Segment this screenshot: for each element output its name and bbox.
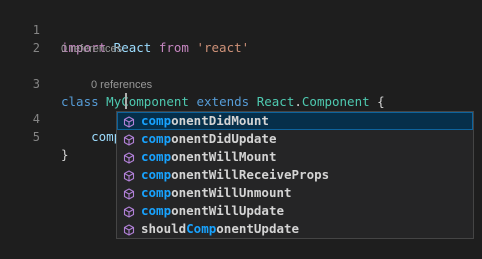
suggestion-item[interactable]: componentWillReceiveProps [117,166,473,184]
suggestion-widget[interactable]: componentDidMount componentDidUpdate compo… [116,111,474,239]
suggestion-text: onentWillUpdate [171,203,284,218]
suggestion-text: onentWillMount [171,149,277,164]
method-cube-icon [123,151,135,164]
editor-line-2[interactable]: 2 [0,21,482,55]
suggestion-match: comp [141,113,172,128]
line-number: 3 [32,77,40,91]
suggestion-text: should [141,221,187,236]
method-cube-icon [123,169,135,182]
code-token: } [61,147,69,162]
suggestion-label: componentWillMount [141,148,276,166]
suggestion-match: Comp [186,221,217,236]
suggestion-label: componentWillReceiveProps [141,166,329,184]
codelens-method-references[interactable]: 0 references [91,77,152,93]
suggestion-item[interactable]: componentDidUpdate [117,130,473,148]
suggestion-text: onentDidMount [171,113,269,128]
suggestion-label: shouldComponentUpdate [141,220,299,238]
method-cube-icon [123,133,135,146]
suggestion-item[interactable]: shouldComponentUpdate [117,220,473,238]
suggestion-item[interactable]: componentWillUpdate [117,202,473,220]
line-code: } [61,146,69,164]
suggestion-text: onentUpdate [216,221,300,236]
method-cube-icon [123,187,135,200]
code-token: from [158,40,189,55]
suggestion-text: onentDidUpdate [171,131,277,146]
suggestion-item[interactable]: componentWillUnmount [117,184,473,202]
editor-line-3[interactable]: 3 class MyComponent extends React.Compon… [0,57,482,109]
suggestion-match: comp [141,203,172,218]
suggestion-match: comp [141,149,172,164]
suggestion-item[interactable]: componentWillMount [117,148,473,166]
suggestion-label: componentDidUpdate [141,130,276,148]
text-cursor [125,93,127,109]
code-token: 'react' [196,40,250,55]
suggestion-label: componentWillUpdate [141,202,284,220]
suggestion-text: onentWillUnmount [171,185,292,200]
line-number: 2 [32,41,40,55]
line-number: 5 [32,130,40,144]
codelens-class-references[interactable]: 0 references [61,41,122,57]
code-editor[interactable]: 1 import React from 'react' 2 0 referenc… [0,0,482,259]
suggestion-match: comp [141,167,172,182]
method-cube-icon [123,115,135,128]
suggestion-match: comp [141,131,172,146]
editor-line-1[interactable]: 1 import React from 'react' [0,3,482,55]
suggestion-match: comp [141,185,172,200]
method-cube-icon [123,223,135,236]
method-cube-icon [123,205,135,218]
suggestion-text: onentWillReceiveProps [171,167,330,182]
suggestion-label: componentWillUnmount [141,184,292,202]
suggestion-item[interactable]: componentDidMount [117,112,473,130]
editor-line-4[interactable]: 4 comp [0,92,482,144]
suggestion-label: componentDidMount [141,112,269,130]
